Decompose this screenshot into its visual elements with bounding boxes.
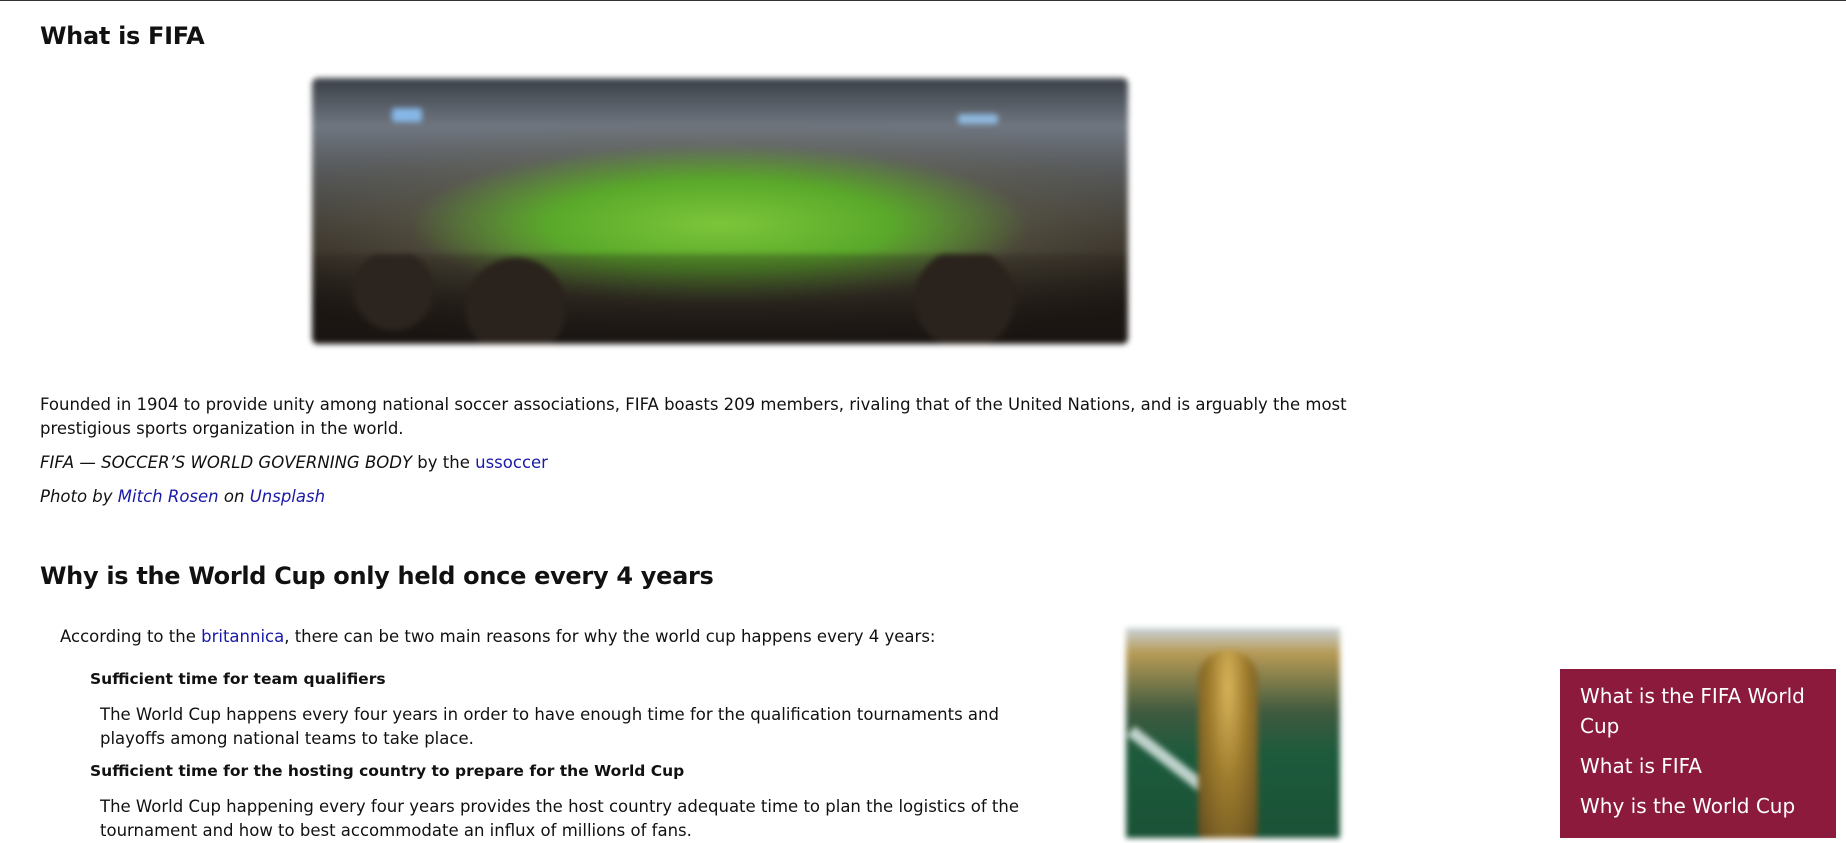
article-page: What is FIFA Founded in 1904 to provide … bbox=[0, 0, 1846, 840]
quote-source-title: FIFA — SOCCER’S WORLD GOVERNING BODY bbox=[40, 453, 413, 472]
toc-item-what-is-fifa-world-cup[interactable]: What is the FIFA World Cup bbox=[1580, 681, 1822, 741]
table-of-contents: What is the FIFA World Cup What is FIFA … bbox=[1560, 669, 1836, 838]
stadium-light-left bbox=[392, 108, 422, 122]
top-divider bbox=[0, 0, 1846, 1]
photo-author-link[interactable]: Mitch Rosen bbox=[118, 487, 219, 506]
quote-credit: FIFA — SOCCER’S WORLD GOVERNING BODY by … bbox=[40, 451, 548, 475]
toc-item-what-is-fifa[interactable]: What is FIFA bbox=[1580, 751, 1822, 781]
section-heading-fifa: What is FIFA bbox=[40, 22, 205, 50]
reason-title: Sufficient time for team qualifiers bbox=[90, 670, 386, 688]
photo-on-text: on bbox=[218, 487, 250, 506]
why-intro: According to the britannica, there can b… bbox=[60, 625, 936, 649]
photo-by-text: Photo by bbox=[40, 487, 118, 506]
stadium-image bbox=[312, 78, 1128, 344]
reason-text: The World Cup happens every four years i… bbox=[100, 705, 999, 748]
intro-suffix: , there can be two main reasons for why … bbox=[284, 627, 936, 646]
quote-by-text: by the bbox=[412, 453, 476, 472]
britannica-link[interactable]: britannica bbox=[201, 627, 284, 646]
trophy-cup bbox=[1198, 650, 1258, 838]
stadium-crowd bbox=[312, 254, 1128, 344]
ussoccer-link[interactable]: ussoccer bbox=[475, 453, 548, 472]
reason-title: Sufficient time for the hosting country … bbox=[90, 762, 685, 780]
stadium-light-right bbox=[958, 114, 998, 124]
toc-item-why-world-cup[interactable]: Why is the World Cup bbox=[1580, 791, 1822, 821]
photo-credit: Photo by Mitch Rosen on Unsplash bbox=[40, 485, 325, 509]
section-heading-why: Why is the World Cup only held once ever… bbox=[40, 562, 714, 590]
trophy-image bbox=[1126, 628, 1340, 838]
fifa-paragraph: Founded in 1904 to provide unity among n… bbox=[40, 395, 1347, 438]
unsplash-link[interactable]: Unsplash bbox=[250, 487, 325, 506]
intro-prefix: According to the bbox=[60, 627, 202, 646]
reason-text: The World Cup happening every four years… bbox=[100, 797, 1019, 840]
